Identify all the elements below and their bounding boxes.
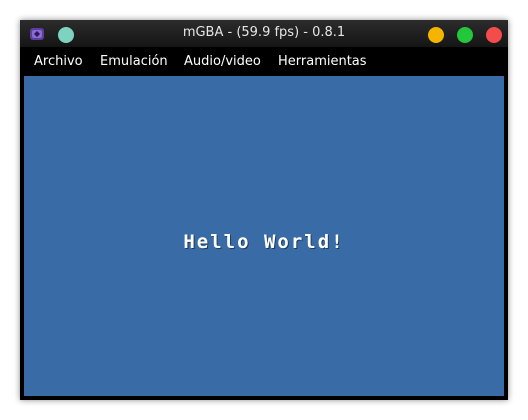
- minimize-icon[interactable]: [428, 27, 444, 43]
- menu-herramientas[interactable]: Herramientas: [278, 54, 367, 69]
- close-icon[interactable]: [486, 27, 502, 43]
- game-screen[interactable]: Hello World!: [24, 76, 504, 396]
- menu-archivo[interactable]: Archivo: [34, 54, 83, 69]
- title-bar[interactable]: mGBA - (59.9 fps) - 0.8.1: [20, 20, 508, 47]
- menu-audio-video[interactable]: Audio/video: [184, 54, 261, 69]
- game-screen-text: Hello World!: [183, 231, 345, 253]
- menu-bar: Archivo Emulación Audio/video Herramient…: [20, 47, 508, 76]
- sticky-button-icon[interactable]: [58, 27, 74, 43]
- mgba-app-icon[interactable]: [29, 26, 45, 42]
- maximize-icon[interactable]: [457, 27, 473, 43]
- menu-emulacion[interactable]: Emulación: [100, 54, 168, 69]
- mgba-window: mGBA - (59.9 fps) - 0.8.1 Archivo Emulac…: [20, 20, 508, 400]
